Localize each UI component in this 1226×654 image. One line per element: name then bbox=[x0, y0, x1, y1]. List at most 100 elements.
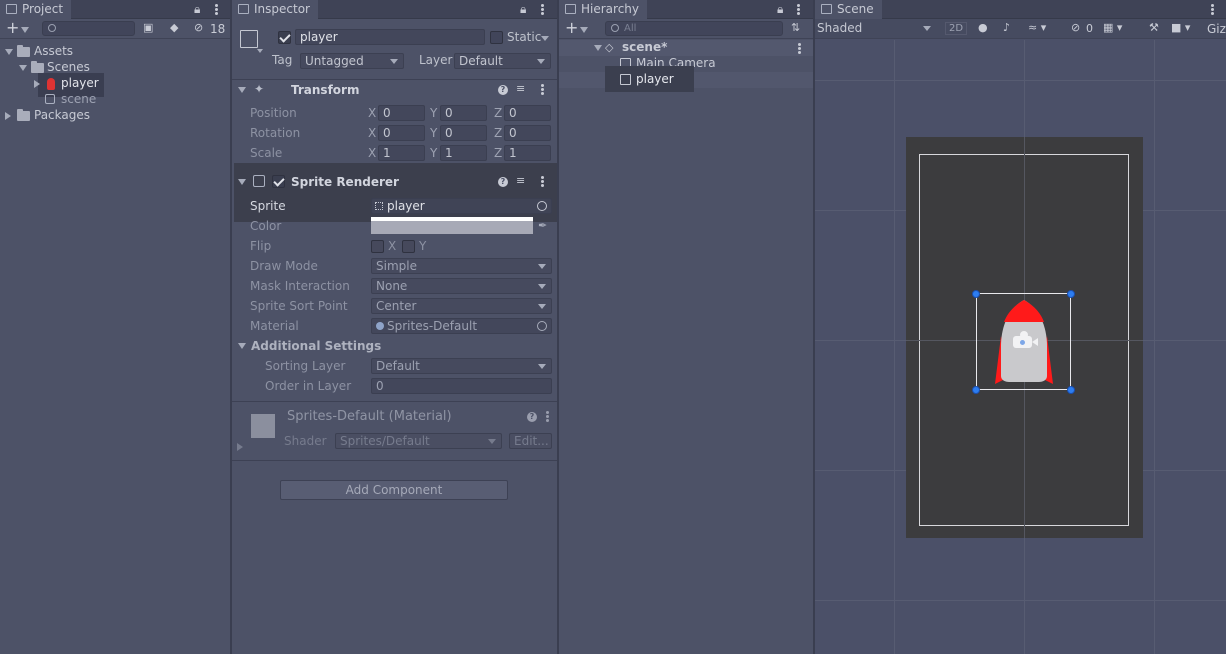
tree-item-player[interactable]: player bbox=[61, 76, 99, 90]
active-checkbox[interactable] bbox=[278, 31, 291, 44]
inspector-tab[interactable]: Inspector bbox=[232, 0, 318, 19]
tree-item-scene[interactable]: scene bbox=[61, 92, 96, 106]
add-component-button[interactable]: Add Component bbox=[280, 480, 508, 500]
icon-picker-dropdown-icon[interactable] bbox=[257, 49, 263, 53]
effects-dropdown-icon[interactable]: ≈ ▾ bbox=[1028, 21, 1046, 34]
scale-y-input[interactable]: 1 bbox=[440, 145, 487, 161]
assets-expand-icon[interactable] bbox=[5, 49, 13, 55]
scene-tab[interactable]: Scene bbox=[815, 0, 882, 19]
resize-handle-top-right[interactable] bbox=[1067, 290, 1075, 298]
scene-expand-icon[interactable] bbox=[594, 45, 602, 51]
gameobject-cube-icon[interactable] bbox=[240, 30, 258, 48]
lighting-toggle-icon[interactable]: ● bbox=[978, 21, 988, 34]
transform-header[interactable]: ✦ Transform ? ≡ bbox=[232, 79, 557, 99]
shading-mode-dropdown[interactable]: Shaded bbox=[817, 21, 933, 37]
create-dropdown-icon[interactable] bbox=[21, 27, 29, 33]
lock-icon[interactable]: 🔒︎ bbox=[777, 2, 783, 17]
rotation-z-input[interactable]: 0 bbox=[504, 125, 551, 141]
position-y-axis[interactable]: Y bbox=[430, 106, 437, 120]
inspector-menu-icon[interactable] bbox=[541, 4, 544, 16]
scenes-expand-icon[interactable] bbox=[19, 65, 27, 71]
component-menu-icon[interactable] bbox=[541, 84, 544, 96]
sprite-renderer-enabled-checkbox[interactable] bbox=[272, 175, 285, 188]
rotation-x-axis[interactable]: X bbox=[368, 126, 376, 140]
tree-item-packages[interactable]: Packages bbox=[34, 108, 90, 122]
component-menu-icon[interactable] bbox=[541, 176, 544, 188]
tree-item-scenes[interactable]: Scenes bbox=[47, 60, 90, 74]
hidden-packages-icon[interactable]: ⊘ bbox=[194, 21, 203, 34]
hierarchy-search-input[interactable]: All bbox=[605, 21, 783, 36]
packages-expand-icon[interactable] bbox=[5, 112, 11, 120]
mode-2d-toggle[interactable]: 2D bbox=[945, 22, 968, 35]
scene-view-menu-icon[interactable] bbox=[1211, 4, 1214, 16]
scale-x-input[interactable]: 1 bbox=[378, 145, 425, 161]
object-picker-icon[interactable] bbox=[537, 321, 547, 331]
scene-visibility-icon[interactable]: ⇅ bbox=[791, 21, 800, 34]
tag-dropdown[interactable]: Untagged bbox=[300, 53, 404, 69]
search-by-type-icon[interactable]: ▣ bbox=[143, 21, 153, 34]
draw-mode-dropdown[interactable]: Simple bbox=[371, 258, 552, 274]
position-z-axis[interactable]: Z bbox=[494, 106, 502, 120]
tree-item-assets[interactable]: Assets bbox=[34, 44, 73, 58]
help-icon[interactable]: ? bbox=[527, 412, 537, 422]
layer-dropdown[interactable]: Default bbox=[454, 53, 551, 69]
camera-dropdown-icon[interactable]: ■ ▾ bbox=[1171, 21, 1190, 34]
scene-visibility-icon[interactable]: ⊘ bbox=[1071, 21, 1080, 34]
rotation-z-axis[interactable]: Z bbox=[494, 126, 502, 140]
create-plus-icon[interactable]: + bbox=[565, 20, 578, 36]
presets-icon[interactable]: ≡ bbox=[516, 82, 525, 95]
help-icon[interactable]: ? bbox=[498, 177, 508, 187]
help-icon[interactable]: ? bbox=[498, 85, 508, 95]
create-dropdown-icon[interactable] bbox=[580, 27, 588, 33]
material-expand-icon[interactable] bbox=[237, 443, 243, 451]
material-field[interactable]: Sprites-Default bbox=[371, 318, 552, 334]
position-x-axis[interactable]: X bbox=[368, 106, 376, 120]
scale-x-axis[interactable]: X bbox=[368, 146, 376, 160]
hierarchy-item-player[interactable]: player bbox=[636, 72, 674, 86]
resize-handle-top-left[interactable] bbox=[972, 290, 980, 298]
eyedropper-icon[interactable]: ✒ bbox=[538, 219, 547, 232]
flip-y-checkbox[interactable] bbox=[402, 240, 415, 253]
lock-icon[interactable]: 🔒︎ bbox=[194, 2, 200, 17]
resize-handle-bottom-left[interactable] bbox=[972, 386, 980, 394]
object-name-input[interactable]: player bbox=[295, 29, 485, 45]
sprite-renderer-header[interactable]: Sprite Renderer ? ≡ bbox=[232, 172, 557, 192]
grid-toggle-icon[interactable]: ▦ ▾ bbox=[1103, 21, 1122, 34]
sprite-sort-point-dropdown[interactable]: Center bbox=[371, 298, 552, 314]
hierarchy-menu-icon[interactable] bbox=[797, 4, 800, 16]
position-x-input[interactable]: 0 bbox=[378, 105, 425, 121]
lock-icon[interactable]: 🔒︎ bbox=[520, 2, 526, 17]
rotation-x-input[interactable]: 0 bbox=[378, 125, 425, 141]
shader-edit-button[interactable]: Edit... bbox=[509, 433, 552, 449]
create-plus-icon[interactable]: + bbox=[6, 20, 19, 36]
additional-settings-collapse-icon[interactable] bbox=[238, 343, 246, 349]
position-y-input[interactable]: 0 bbox=[440, 105, 487, 121]
material-menu-icon[interactable] bbox=[546, 411, 549, 423]
scene-menu-icon[interactable] bbox=[798, 43, 801, 55]
position-z-input[interactable]: 0 bbox=[504, 105, 551, 121]
scene-viewport[interactable] bbox=[815, 40, 1226, 654]
project-tab[interactable]: Project bbox=[0, 0, 72, 19]
scale-z-input[interactable]: 1 bbox=[504, 145, 551, 161]
object-picker-icon[interactable] bbox=[537, 201, 547, 211]
static-checkbox[interactable] bbox=[490, 31, 503, 44]
sorting-layer-dropdown[interactable]: Default bbox=[371, 358, 552, 374]
project-search-input[interactable] bbox=[42, 21, 135, 36]
gizmos-dropdown[interactable]: Giz bbox=[1207, 22, 1226, 36]
flip-x-checkbox[interactable] bbox=[371, 240, 384, 253]
order-in-layer-input[interactable]: 0 bbox=[371, 378, 552, 394]
additional-settings-label[interactable]: Additional Settings bbox=[251, 339, 381, 353]
tools-icon[interactable]: ⚒ bbox=[1149, 21, 1159, 34]
mask-interaction-dropdown[interactable]: None bbox=[371, 278, 552, 294]
color-swatch[interactable] bbox=[371, 217, 533, 234]
audio-toggle-icon[interactable]: ♪ bbox=[1003, 21, 1010, 34]
shader-dropdown[interactable]: Sprites/Default bbox=[335, 433, 502, 449]
presets-icon[interactable]: ≡ bbox=[516, 174, 525, 187]
scale-z-axis[interactable]: Z bbox=[494, 146, 502, 160]
player-expand-icon[interactable] bbox=[34, 80, 40, 88]
resize-handle-bottom-right[interactable] bbox=[1067, 386, 1075, 394]
search-by-label-icon[interactable]: ◆ bbox=[170, 21, 178, 34]
project-menu-icon[interactable] bbox=[215, 4, 218, 16]
sprite-field[interactable]: player bbox=[371, 198, 552, 214]
static-dropdown-icon[interactable] bbox=[541, 36, 549, 41]
